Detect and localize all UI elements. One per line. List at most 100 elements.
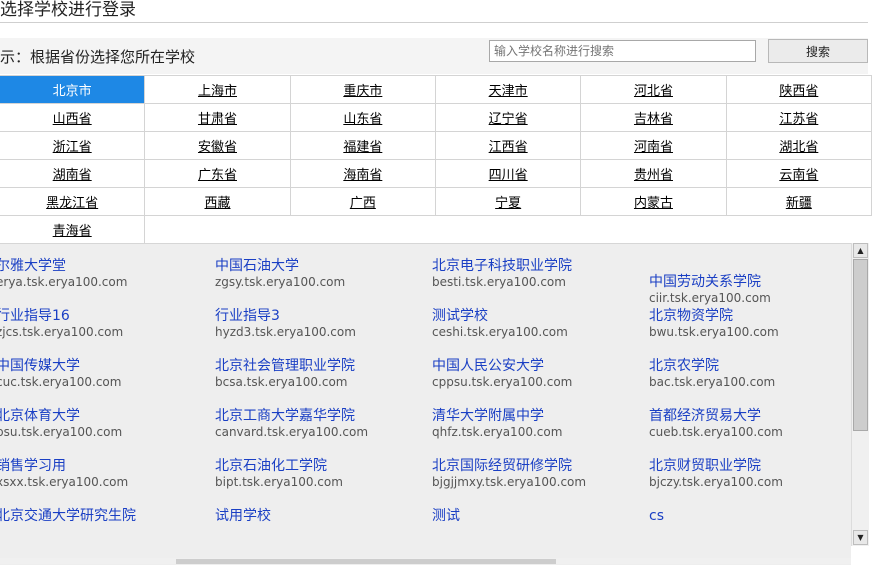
province-link[interactable]: 山东省 <box>343 112 382 127</box>
province-link[interactable]: 甘肃省 <box>198 112 237 127</box>
province-cell[interactable]: 江西省 <box>434 131 582 160</box>
province-cell[interactable]: 山东省 <box>289 103 436 132</box>
school-item[interactable]: 中国石油大学 zgsy.tsk.erya100.com <box>215 258 345 290</box>
province-link[interactable]: 宁夏 <box>495 196 521 211</box>
province-cell[interactable]: 甘肃省 <box>144 103 291 132</box>
school-item[interactable]: 行业指导16 zjcs.tsk.erya100.com <box>0 308 123 340</box>
school-item[interactable]: 测试 <box>432 508 460 525</box>
province-cell[interactable]: 山西省 <box>0 103 146 132</box>
school-name-link[interactable]: 北京交通大学研究生院 <box>0 508 136 525</box>
province-link[interactable]: 安徽省 <box>198 140 237 155</box>
province-cell[interactable]: 广西 <box>289 187 436 216</box>
school-name-link[interactable]: 北京电子科技职业学院 <box>432 258 572 275</box>
province-link[interactable]: 海南省 <box>343 168 382 183</box>
school-item[interactable]: 测试学校 ceshi.tsk.erya100.com <box>432 308 568 340</box>
province-link[interactable]: 北京市 <box>53 84 92 99</box>
province-link[interactable]: 辽宁省 <box>489 112 528 127</box>
province-cell[interactable]: 江苏省 <box>725 103 873 132</box>
province-link[interactable]: 云南省 <box>779 168 818 183</box>
province-cell[interactable]: 安徽省 <box>144 131 291 160</box>
scrollbar-thumb[interactable] <box>853 259 868 431</box>
province-link[interactable]: 黑龙江省 <box>46 196 98 211</box>
school-name-link[interactable]: 中国传媒大学 <box>0 358 121 375</box>
province-cell[interactable]: 宁夏 <box>434 187 582 216</box>
school-name-link[interactable]: 试用学校 <box>215 508 271 525</box>
province-cell[interactable]: 福建省 <box>289 131 436 160</box>
province-link[interactable]: 陕西省 <box>779 84 818 99</box>
school-item[interactable]: 销售学习用 xsxx.tsk.erya100.com <box>0 458 128 490</box>
horizontal-scrollbar[interactable] <box>0 558 851 564</box>
school-name-link[interactable]: 北京社会管理职业学院 <box>215 358 355 375</box>
province-link[interactable]: 贵州省 <box>634 168 673 183</box>
school-item[interactable]: 行业指导3 hyzd3.tsk.erya100.com <box>215 308 356 340</box>
horizontal-scrollbar-thumb[interactable] <box>176 559 556 564</box>
province-cell[interactable]: 广东省 <box>144 159 291 188</box>
province-link[interactable]: 江西省 <box>489 140 528 155</box>
school-item[interactable]: 中国人民公安大学 cppsu.tsk.erya100.com <box>432 358 572 390</box>
school-item[interactable]: 北京物资学院 bwu.tsk.erya100.com <box>649 308 779 340</box>
province-cell[interactable]: 海南省 <box>289 159 436 188</box>
province-cell[interactable]: 河北省 <box>580 75 727 104</box>
province-cell[interactable]: 天津市 <box>434 75 582 104</box>
school-item[interactable]: 北京国际经贸研修学院 bjgjjmxy.tsk.erya100.com <box>432 458 586 490</box>
province-link[interactable]: 湖北省 <box>779 140 818 155</box>
school-name-link[interactable]: cs <box>649 508 664 525</box>
province-cell[interactable]: 黑龙江省 <box>0 187 146 216</box>
province-cell[interactable]: 上海市 <box>144 75 291 104</box>
school-item[interactable]: 清华大学附属中学 qhfz.tsk.erya100.com <box>432 408 562 440</box>
province-link[interactable]: 西藏 <box>204 196 230 211</box>
school-item[interactable]: 北京体育大学 bsu.tsk.erya100.com <box>0 408 122 440</box>
school-item[interactable]: 北京电子科技职业学院 besti.tsk.erya100.com <box>432 258 572 290</box>
school-name-link[interactable]: 销售学习用 <box>0 458 128 475</box>
province-link[interactable]: 内蒙古 <box>634 196 673 211</box>
province-cell[interactable]: 湖南省 <box>0 159 146 188</box>
province-cell[interactable]: 贵州省 <box>580 159 727 188</box>
search-button[interactable]: 搜索 <box>768 39 868 63</box>
school-item[interactable]: 中国传媒大学 cuc.tsk.erya100.com <box>0 358 121 390</box>
province-link[interactable]: 河南省 <box>634 140 673 155</box>
province-link[interactable]: 福建省 <box>343 140 382 155</box>
province-link[interactable]: 天津市 <box>489 84 528 99</box>
school-name-link[interactable]: 中国石油大学 <box>215 258 345 275</box>
province-link[interactable]: 山西省 <box>53 112 92 127</box>
scroll-up-icon[interactable]: ▲ <box>853 243 868 258</box>
province-cell[interactable]: 新疆 <box>725 187 873 216</box>
school-name-link[interactable]: 清华大学附属中学 <box>432 408 562 425</box>
school-search-input[interactable] <box>489 40 756 62</box>
province-link[interactable]: 新疆 <box>786 196 812 211</box>
school-item[interactable]: 北京工商大学嘉华学院 canvard.tsk.erya100.com <box>215 408 368 440</box>
school-name-link[interactable]: 尔雅大学堂 <box>0 258 127 275</box>
province-link[interactable]: 吉林省 <box>634 112 673 127</box>
school-name-link[interactable]: 行业指导16 <box>0 308 123 325</box>
school-name-link[interactable]: 北京国际经贸研修学院 <box>432 458 586 475</box>
school-name-link[interactable]: 北京物资学院 <box>649 308 779 325</box>
school-item[interactable]: 北京交通大学研究生院 <box>0 508 136 525</box>
school-name-link[interactable]: 北京工商大学嘉华学院 <box>215 408 368 425</box>
school-item[interactable]: 首都经济贸易大学 cueb.tsk.erya100.com <box>649 408 783 440</box>
province-link[interactable]: 广东省 <box>198 168 237 183</box>
province-cell[interactable]: 北京市 <box>0 75 146 104</box>
province-link[interactable]: 河北省 <box>634 84 673 99</box>
province-cell[interactable]: 辽宁省 <box>434 103 582 132</box>
school-name-link[interactable]: 中国人民公安大学 <box>432 358 572 375</box>
school-item[interactable]: 北京农学院 bac.tsk.erya100.com <box>649 358 775 390</box>
province-cell[interactable]: 吉林省 <box>580 103 727 132</box>
school-item[interactable]: 北京社会管理职业学院 bcsa.tsk.erya100.com <box>215 358 355 390</box>
province-cell[interactable]: 河南省 <box>580 131 727 160</box>
province-cell[interactable]: 内蒙古 <box>580 187 727 216</box>
province-cell[interactable]: 湖北省 <box>725 131 873 160</box>
scroll-down-icon[interactable]: ▼ <box>853 530 868 545</box>
school-item[interactable]: cs <box>649 508 664 525</box>
province-link[interactable]: 浙江省 <box>53 140 92 155</box>
province-cell[interactable]: 陕西省 <box>725 75 873 104</box>
province-link[interactable]: 青海省 <box>53 224 92 239</box>
school-name-link[interactable]: 北京石油化工学院 <box>215 458 343 475</box>
province-link[interactable]: 四川省 <box>489 168 528 183</box>
vertical-scrollbar[interactable]: ▲ ▼ <box>851 243 869 546</box>
school-name-link[interactable]: 北京财贸职业学院 <box>649 458 783 475</box>
school-item[interactable]: 北京石油化工学院 bipt.tsk.erya100.com <box>215 458 343 490</box>
province-cell[interactable]: 四川省 <box>434 159 582 188</box>
school-item[interactable]: 中国劳动关系学院 ciir.tsk.erya100.com <box>649 274 771 306</box>
school-item[interactable]: 北京财贸职业学院 bjczy.tsk.erya100.com <box>649 458 783 490</box>
province-link[interactable]: 湖南省 <box>53 168 92 183</box>
